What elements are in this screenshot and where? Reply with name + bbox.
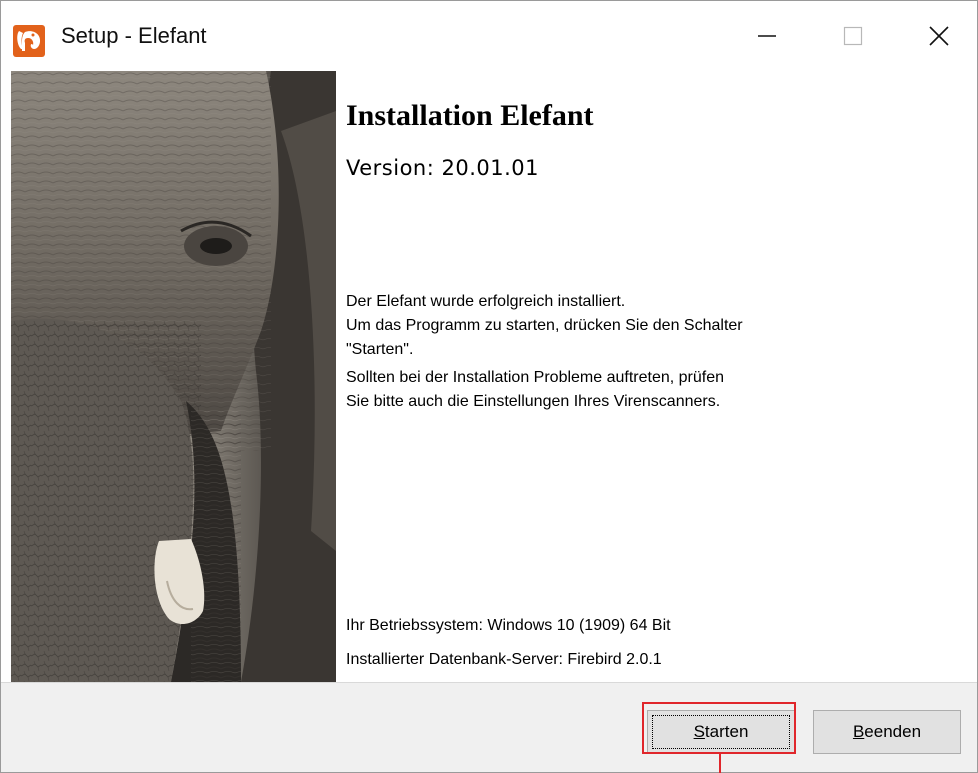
- title-bar[interactable]: Setup - Elefant: [1, 1, 977, 71]
- start-label-rest: tarten: [704, 722, 749, 741]
- version-label: Version: 20.01.01: [346, 156, 539, 180]
- close-icon: [929, 26, 949, 46]
- button-bar: Starten Beenden: [1, 682, 977, 772]
- minimize-button[interactable]: [737, 9, 797, 63]
- maximize-button[interactable]: [823, 9, 883, 63]
- os-info: Ihr Betriebssystem: Windows 10 (1909) 64…: [346, 617, 671, 634]
- message-line-4: Sollten bei der Installation Probleme au…: [346, 369, 725, 386]
- message-line-3: "Starten".: [346, 341, 414, 358]
- maximize-icon: [843, 26, 863, 46]
- close-button[interactable]: [909, 9, 969, 63]
- page-title: Installation Elefant: [346, 99, 594, 132]
- db-info: Installierter Datenbank-Server: Firebird…: [346, 651, 662, 668]
- elephant-photo: [11, 71, 336, 682]
- end-accel: B: [852, 722, 865, 741]
- quit-button[interactable]: Beenden: [813, 710, 961, 754]
- setup-window: Setup - Elefant Installation Elefant Ver…: [0, 0, 978, 773]
- message-line-2: Um das Programm zu starten, drücken Sie …: [346, 317, 743, 334]
- highlight-pointer: [719, 754, 721, 773]
- window-title: Setup - Elefant: [61, 23, 207, 48]
- minimize-icon: [758, 35, 776, 37]
- start-accel: S: [693, 722, 705, 741]
- end-label-rest: eenden: [864, 722, 922, 741]
- window-frame-left: [1, 71, 11, 682]
- start-button[interactable]: Starten: [647, 710, 795, 754]
- message-line-1: Der Elefant wurde erfolgreich installier…: [346, 293, 626, 310]
- content-panel: Installation Elefant Version: 20.01.01 D…: [336, 71, 977, 682]
- message-line-5: Sie bitte auch die Einstellungen Ihres V…: [346, 393, 721, 410]
- elephant-app-icon: [13, 25, 45, 57]
